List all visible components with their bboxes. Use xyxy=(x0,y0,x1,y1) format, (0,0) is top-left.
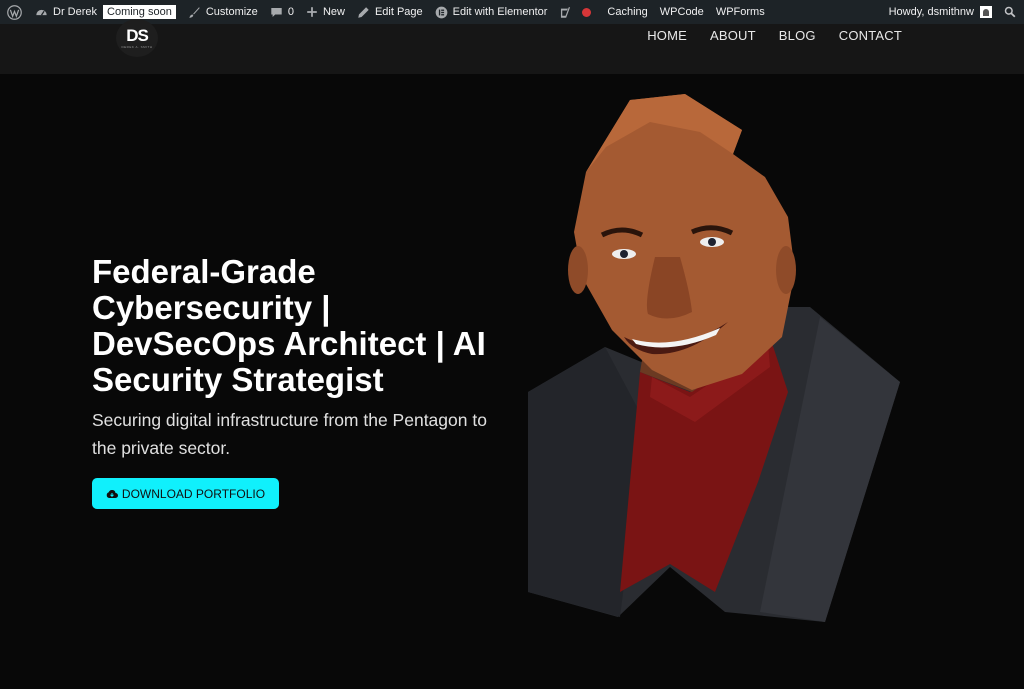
wpcode-label: WPCode xyxy=(659,6,704,18)
edit-page-link[interactable]: Edit Page xyxy=(351,0,429,24)
seo-menu[interactable] xyxy=(553,0,597,24)
customize-label: Customize xyxy=(205,6,258,18)
hero-subtitle: Securing digital infrastructure from the… xyxy=(92,410,487,458)
site-logo[interactable]: DS DEREK A. SMITH xyxy=(116,19,158,57)
my-account-menu[interactable]: Howdy, dsmithnw xyxy=(883,0,998,24)
comments-link[interactable]: 0 xyxy=(264,0,300,24)
edit-page-label: Edit Page xyxy=(374,6,423,18)
nav-blog[interactable]: BLOG xyxy=(779,28,816,43)
cloud-download-icon xyxy=(106,489,118,498)
comment-icon xyxy=(271,7,282,17)
wp-logo-menu[interactable] xyxy=(0,0,29,24)
admin-bar: Dr Derek Coming soon Customize 0 New Edi… xyxy=(0,0,1024,24)
edit-elementor-link[interactable]: Edit with Elementor xyxy=(429,0,554,24)
wpforms-label: WPForms xyxy=(715,6,765,18)
avatar xyxy=(980,6,992,18)
yoast-icon xyxy=(561,6,571,18)
comments-count: 0 xyxy=(287,6,294,18)
nav-home[interactable]: HOME xyxy=(647,28,687,43)
nav-contact[interactable]: CONTACT xyxy=(839,28,902,43)
hero-title: Federal-Grade Cybersecurity | DevSecOps … xyxy=(92,253,486,398)
new-content-menu[interactable]: New xyxy=(300,0,351,24)
nav-about[interactable]: ABOUT xyxy=(710,28,756,43)
howdy-label: Howdy, dsmithnw xyxy=(888,6,974,18)
site-name-menu[interactable]: Dr Derek Coming soon xyxy=(29,0,182,24)
plus-icon xyxy=(307,7,317,17)
download-portfolio-label: DOWNLOAD PORTFOLIO xyxy=(121,486,266,501)
customize-link[interactable]: Customize xyxy=(182,0,264,24)
logo-text: DS xyxy=(126,25,149,45)
caching-label: Caching xyxy=(607,6,648,18)
brush-icon xyxy=(189,6,200,18)
site-name: Dr Derek xyxy=(53,6,98,18)
download-portfolio-button[interactable]: DOWNLOAD PORTFOLIO xyxy=(92,478,279,509)
search-icon xyxy=(1004,6,1016,18)
elementor-icon xyxy=(435,6,448,18)
dashboard-icon xyxy=(36,9,47,15)
edit-elementor-label: Edit with Elementor xyxy=(452,6,548,18)
wordpress-icon xyxy=(7,4,22,20)
search-button[interactable] xyxy=(998,0,1024,24)
coming-soon-badge[interactable]: Coming soon xyxy=(103,5,176,19)
main-nav: HOME ABOUT BLOG CONTACT xyxy=(647,28,902,43)
logo-subtext: DEREK A. SMITH xyxy=(121,44,153,49)
wpforms-menu[interactable]: WPForms xyxy=(710,0,771,24)
new-label: New xyxy=(322,6,345,18)
site-header: DS DEREK A. SMITH HOME ABOUT BLOG CONTAC… xyxy=(0,19,1024,74)
seo-status-dot xyxy=(582,7,592,17)
pencil-icon xyxy=(358,6,369,18)
wpcode-menu[interactable]: WPCode xyxy=(654,0,710,24)
hero-portrait xyxy=(528,94,900,622)
caching-menu[interactable]: Caching xyxy=(601,0,653,24)
